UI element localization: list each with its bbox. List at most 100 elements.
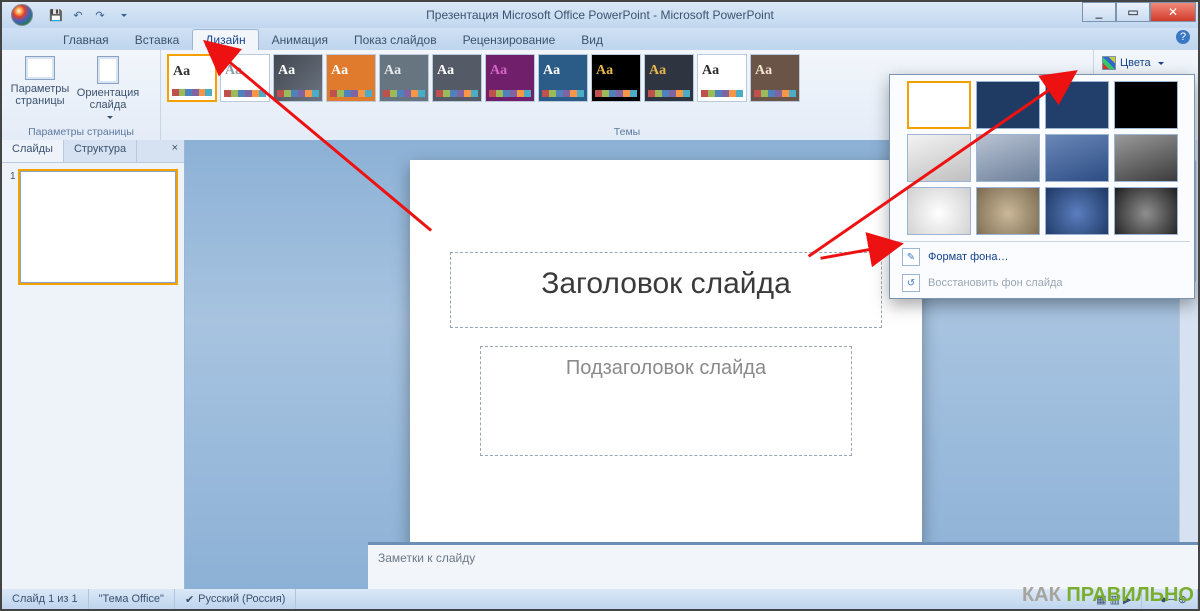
subtitle-placeholder[interactable]: Подзаголовок слайда — [480, 346, 852, 456]
background-styles-popup: ✎Формат фона… ↺ Восстановить фон слайда — [889, 74, 1195, 299]
page-setup-button[interactable]: Параметры страницы — [8, 54, 72, 107]
bg-style-cell[interactable] — [907, 134, 971, 182]
reset-bg-label: Восстановить фон слайда — [928, 277, 1063, 289]
notes-pane[interactable]: Заметки к слайду — [368, 542, 1198, 589]
window-buttons: _ ▭ ✕ — [1082, 2, 1196, 22]
office-button[interactable] — [2, 2, 42, 28]
theme-color-bar — [648, 90, 690, 97]
orientation-label: Ориентация слайда — [76, 87, 140, 111]
ribbon-tab-3[interactable]: Анимация — [259, 29, 341, 50]
title-placeholder[interactable]: Заголовок слайда — [450, 252, 882, 328]
theme-color-bar — [595, 90, 637, 97]
orientation-button[interactable]: Ориентация слайда — [76, 54, 140, 123]
theme-sample-text: Aa — [755, 63, 772, 79]
format-background-item[interactable]: ✎Формат фона… — [896, 244, 1188, 270]
close-button[interactable]: ✕ — [1150, 2, 1196, 22]
slides-panel-tabs: Слайды Структура × — [2, 140, 184, 163]
ribbon-tab-0[interactable]: Главная — [50, 29, 122, 50]
bg-style-cell[interactable] — [976, 81, 1040, 129]
themes-gallery[interactable]: Aa Aa Aa Aa Aa Aa Aa Aa Aa Aa Aa Aa — [167, 54, 800, 102]
theme-sample-text: Aa — [490, 63, 507, 79]
theme-sample-text: Aa — [596, 63, 613, 79]
theme-thumb[interactable]: Aa — [326, 54, 376, 102]
qat-more-icon[interactable] — [114, 7, 130, 23]
spellcheck-icon: ✔ — [185, 593, 194, 606]
bg-style-cell[interactable] — [907, 81, 971, 129]
theme-sample-text: Aa — [278, 63, 295, 79]
slide-thumbnails: 1 — [2, 163, 184, 291]
help-icon[interactable]: ? — [1176, 30, 1190, 44]
bg-style-cell[interactable] — [976, 134, 1040, 182]
undo-icon[interactable]: ↶ — [70, 7, 86, 23]
bg-style-cell[interactable] — [1114, 187, 1178, 235]
theme-sample-text: Aa — [437, 63, 454, 79]
bg-style-cell[interactable] — [1114, 81, 1178, 129]
reset-bg-icon: ↺ — [902, 274, 920, 292]
save-icon[interactable]: 💾 — [48, 7, 64, 23]
tab-outline[interactable]: Структура — [64, 140, 137, 162]
ribbon-tab-4[interactable]: Показ слайдов — [341, 29, 450, 50]
theme-sample-text: Aa — [384, 63, 401, 79]
bg-style-cell[interactable] — [976, 187, 1040, 235]
status-slide-pos: Слайд 1 из 1 — [2, 589, 89, 609]
theme-thumb[interactable]: Aa — [379, 54, 429, 102]
thumb-number: 1 — [10, 171, 16, 283]
theme-sample-text: Aa — [702, 63, 719, 79]
separator — [894, 241, 1190, 242]
bg-style-cell[interactable] — [1045, 187, 1109, 235]
theme-thumb[interactable]: Aa — [750, 54, 800, 102]
theme-thumb[interactable]: Aa — [644, 54, 694, 102]
theme-color-bar — [224, 90, 266, 97]
panel-close-icon[interactable]: × — [166, 140, 184, 162]
theme-color-bar — [436, 90, 478, 97]
theme-thumb[interactable]: Aa — [485, 54, 535, 102]
background-styles-grid — [896, 81, 1188, 235]
status-theme: "Тема Office" — [89, 589, 175, 609]
window-title: Презентация Microsoft Office PowerPoint … — [2, 8, 1198, 22]
status-language[interactable]: ✔ Русский (Россия) — [175, 589, 297, 609]
title-bar: 💾 ↶ ↷ Презентация Microsoft Office Power… — [2, 2, 1198, 28]
watermark-b: ПРАВИЛЬНО — [1066, 584, 1194, 606]
ribbon-tab-6[interactable]: Вид — [568, 29, 616, 50]
theme-color-bar — [277, 90, 319, 97]
watermark: КАК ПРАВИЛЬНО — [1022, 585, 1194, 605]
theme-color-bar — [489, 90, 531, 97]
tab-slides[interactable]: Слайды — [2, 140, 64, 162]
group-page-setup: Параметры страницы Ориентация слайда Пар… — [2, 50, 161, 140]
reset-background-item: ↺ Восстановить фон слайда — [896, 270, 1188, 296]
quick-access-toolbar: 💾 ↶ ↷ — [42, 7, 136, 23]
theme-sample-text: Aa — [225, 63, 242, 79]
ribbon-tab-5[interactable]: Рецензирование — [450, 29, 569, 50]
colors-icon — [1102, 56, 1116, 70]
theme-thumb[interactable]: Aa — [167, 54, 217, 102]
slide-thumbnail[interactable] — [20, 171, 176, 283]
bg-style-cell[interactable] — [907, 187, 971, 235]
theme-color-bar — [172, 89, 212, 96]
group-label: Параметры страницы — [8, 125, 154, 138]
theme-thumb[interactable]: Aa — [697, 54, 747, 102]
theme-sample-text: Aa — [331, 63, 348, 79]
bg-style-cell[interactable] — [1114, 134, 1178, 182]
theme-thumb[interactable]: Aa — [538, 54, 588, 102]
bg-style-cell[interactable] — [1045, 81, 1109, 129]
minimize-button[interactable]: _ — [1082, 2, 1116, 22]
slide-canvas[interactable]: Заголовок слайда Подзаголовок слайда — [410, 160, 922, 544]
ribbon-tab-2[interactable]: Дизайн — [192, 29, 258, 50]
status-language-label: Русский (Россия) — [198, 593, 285, 605]
chevron-down-icon — [1155, 57, 1164, 69]
page-setup-icon — [25, 56, 55, 80]
colors-dropdown[interactable]: Цвета — [1098, 54, 1194, 72]
page-setup-label: Параметры страницы — [8, 83, 72, 107]
theme-thumb[interactable]: Aa — [432, 54, 482, 102]
ribbon-tab-1[interactable]: Вставка — [122, 29, 193, 50]
bg-style-cell[interactable] — [1045, 134, 1109, 182]
theme-thumb[interactable]: Aa — [273, 54, 323, 102]
slides-panel: Слайды Структура × 1 — [2, 140, 185, 589]
theme-color-bar — [701, 90, 743, 97]
theme-thumb[interactable]: Aa — [591, 54, 641, 102]
maximize-button[interactable]: ▭ — [1116, 2, 1150, 22]
theme-sample-text: Aa — [173, 64, 190, 80]
redo-icon[interactable]: ↷ — [92, 7, 108, 23]
theme-thumb[interactable]: Aa — [220, 54, 270, 102]
theme-sample-text: Aa — [649, 63, 666, 79]
